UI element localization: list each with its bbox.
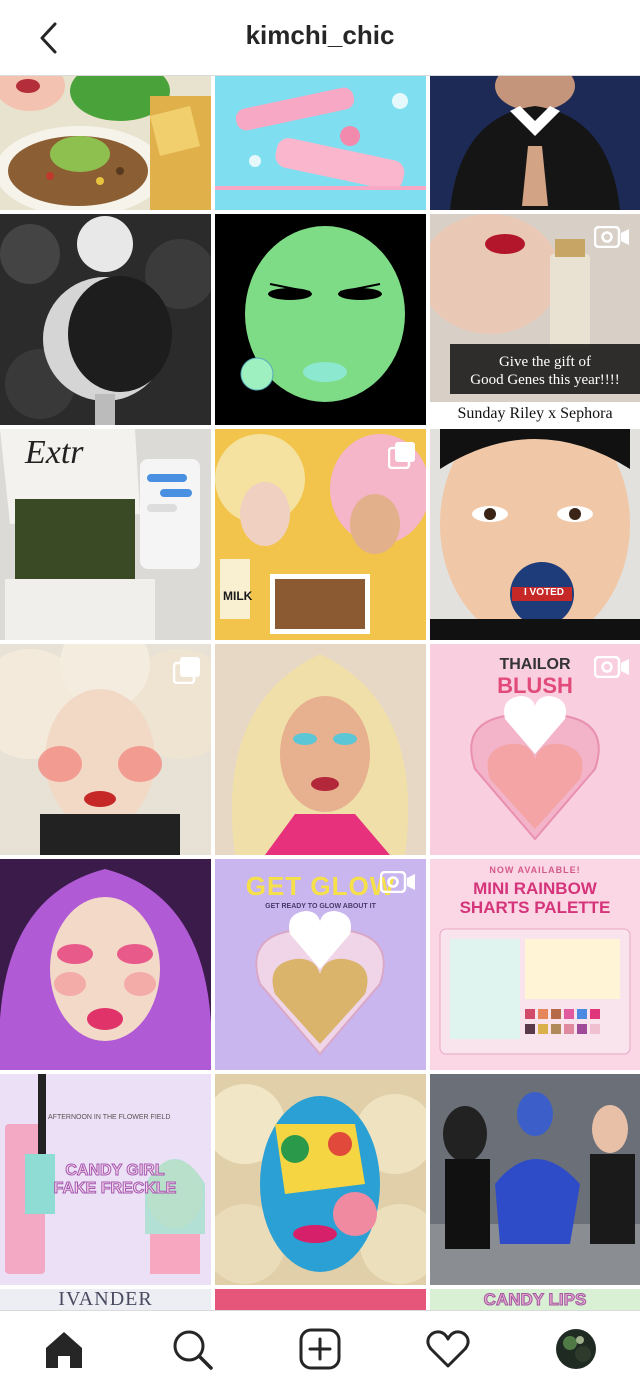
search-icon [173, 1330, 213, 1370]
post-tile-guacamole-bowl[interactable] [0, 76, 211, 210]
avatar [556, 1329, 596, 1369]
page-title: kimchi_chic [245, 20, 395, 50]
shirt-text: Extr [25, 434, 84, 471]
post-tile-pink-hair[interactable] [0, 859, 211, 1070]
post-image [215, 214, 426, 425]
post-tile-green-face[interactable] [215, 214, 426, 425]
post-tile-ivander[interactable]: IVANDER [0, 1289, 211, 1310]
caption-line: Give the gift of [498, 354, 592, 370]
post-image [0, 76, 211, 210]
carousel-icon [388, 442, 415, 469]
post-tile-candy-lips[interactable] [215, 76, 426, 210]
heart-icon [426, 1330, 470, 1368]
post-tile-i-voted[interactable]: I VOTED [430, 429, 640, 640]
post-image [430, 429, 640, 640]
video-icon [380, 871, 415, 893]
post-tile-good-genes[interactable]: Give the gift of Good Genes this year!!!… [430, 214, 640, 425]
promo-line: IVANDER [58, 1289, 153, 1310]
plus-square-icon [299, 1328, 341, 1370]
milk-label: MILK [223, 589, 253, 603]
post-tile-blonde-blush[interactable] [0, 644, 211, 855]
nav-activity[interactable] [426, 1327, 470, 1371]
post-tile-picasso-face[interactable] [215, 1074, 426, 1285]
post-tile-partial-candy-lips[interactable]: CANDY LIPS [430, 1289, 640, 1310]
post-tile-blonde-pink[interactable] [215, 644, 426, 855]
promo-line: CANDY LIPS [483, 1290, 587, 1310]
post-tile-bw-moon[interactable] [0, 214, 211, 425]
promo-line: AFTERNOON IN THE FLOWER FIELD [48, 1114, 171, 1121]
promo-line: SHARTS PALETTE [459, 898, 611, 917]
nav-new-post[interactable] [298, 1327, 342, 1371]
post-tile-candy-girl[interactable]: AFTERNOON IN THE FLOWER FIELD CANDY GIRL… [0, 1074, 211, 1285]
post-tile-partial-pink[interactable] [215, 1289, 426, 1310]
nav-profile[interactable] [554, 1327, 598, 1371]
post-tile-praying-hands[interactable] [430, 76, 640, 210]
post-image [215, 644, 426, 855]
post-tile-mini-rainbow[interactable]: NOW AVAILABLE! MINI RAINBOW SHARTS PALET… [430, 859, 640, 1070]
post-image [430, 76, 640, 210]
top-bar: kimchi_chic [0, 0, 640, 76]
post-grid: Give the gift of Good Genes this year!!!… [0, 76, 640, 1310]
nav-home[interactable] [42, 1327, 86, 1371]
post-tile-get-glow[interactable]: GET GLOW GET READY TO GLOW ABOUT IT [215, 859, 426, 1070]
voted-sticker-text: I VOTED [523, 587, 564, 598]
post-image [215, 1074, 426, 1285]
post-tile-group-photo[interactable] [430, 1074, 640, 1285]
promo-line: GET READY TO GLOW ABOUT IT [265, 903, 376, 910]
caption-line: Good Genes this year!!!! [470, 372, 620, 388]
post-tile-chipotle-merch[interactable]: Extr [0, 429, 211, 640]
post-tile-thailor-blush[interactable]: THAILOR BLUSH [430, 644, 640, 855]
post-image [215, 76, 426, 210]
bottom-nav [0, 1310, 640, 1387]
promo-line: FAKE FRECKLE [53, 1180, 177, 1198]
video-icon [594, 226, 629, 248]
caption-bar-text: Sunday Riley x Sephora [457, 405, 613, 422]
post-image [0, 214, 211, 425]
post-image [0, 859, 211, 1070]
home-icon [46, 1332, 82, 1368]
video-icon [594, 656, 629, 678]
promo-line: NOW AVAILABLE! [489, 865, 581, 875]
nav-search[interactable] [170, 1327, 214, 1371]
post-image [430, 1074, 640, 1285]
promo-line: CANDY GIRL [65, 1162, 165, 1180]
post-tile-two-queens[interactable]: MILK [215, 429, 426, 640]
carousel-icon [173, 657, 200, 684]
promo-line: MINI RAINBOW [473, 879, 597, 898]
